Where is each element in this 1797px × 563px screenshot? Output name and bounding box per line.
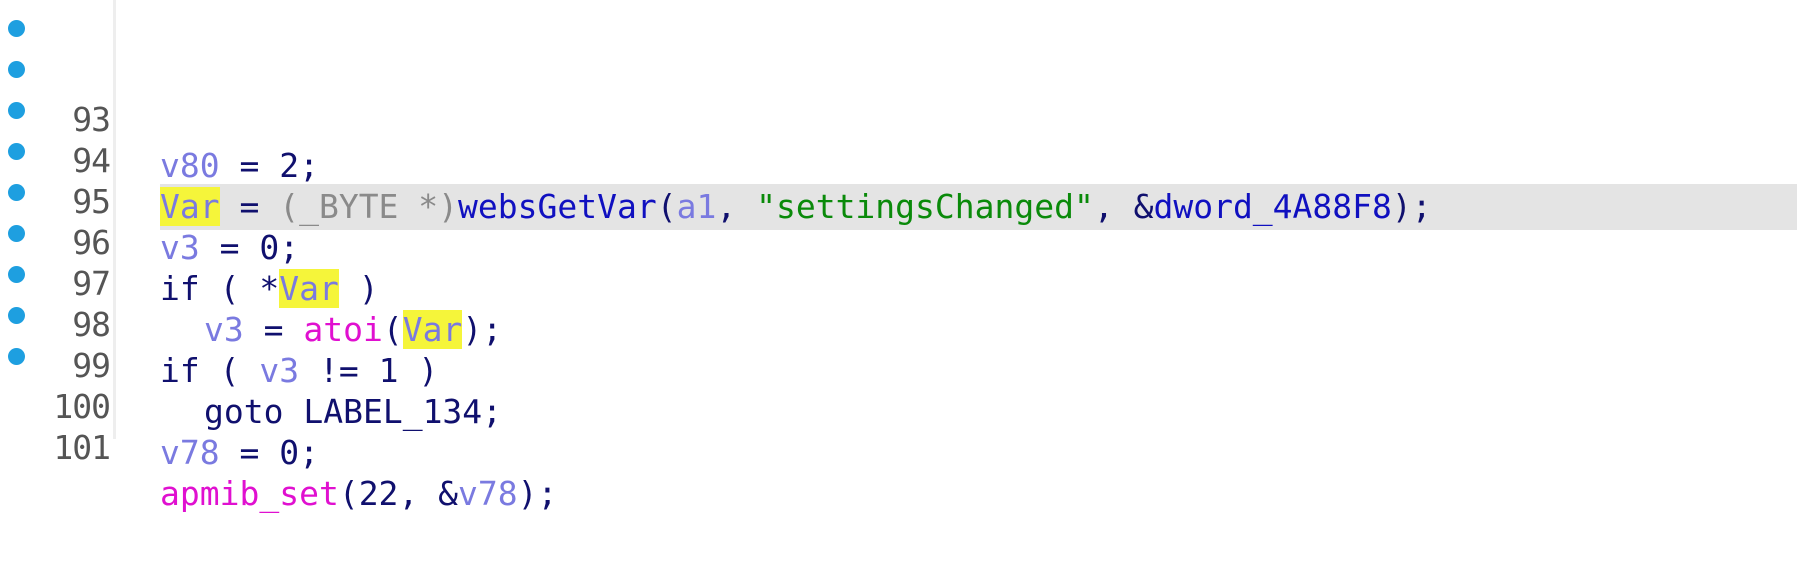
- code-editor[interactable]: 93 v80 = 2; 94 Var = (_BYTE *)websGetVar…: [0, 0, 1797, 513]
- breakpoint-dot-icon[interactable]: [8, 20, 25, 37]
- code-line-current[interactable]: 94 Var = (_BYTE *)websGetVar(a1, "settin…: [0, 46, 1797, 230]
- identifier[interactable]: v78: [458, 474, 518, 513]
- code-line[interactable]: 99 goto LABEL_134;: [0, 251, 1797, 431]
- code-line[interactable]: 98 if ( v3 != 1 ): [0, 210, 1797, 390]
- breakpoint-dot-icon[interactable]: [8, 225, 25, 242]
- code-text[interactable]: apmib_set(22, &v78);: [160, 471, 1797, 517]
- breakpoint-dot-icon[interactable]: [8, 61, 25, 78]
- label-reference[interactable]: LABEL_134: [303, 392, 482, 431]
- breakpoint-dot-icon[interactable]: [8, 307, 25, 324]
- code-line[interactable]: 95 v3 = 0;: [0, 87, 1797, 267]
- code-line[interactable]: 97 v3 = atoi(Var);: [0, 169, 1797, 349]
- breakpoint-dot-icon[interactable]: [8, 348, 25, 365]
- imported-function[interactable]: apmib_set: [160, 474, 339, 513]
- keyword: goto: [204, 392, 284, 431]
- number-literal: 22: [358, 474, 399, 513]
- breakpoint-dot-icon[interactable]: [8, 266, 25, 283]
- line-number: 101: [53, 428, 111, 467]
- code-text[interactable]: v78 = 0;: [160, 430, 1797, 476]
- breakpoint-dot-icon[interactable]: [8, 143, 25, 160]
- code-line[interactable]: 100 v78 = 0;: [0, 292, 1797, 472]
- breakpoint-dot-icon[interactable]: [8, 102, 25, 119]
- breakpoint-dot-icon[interactable]: [8, 184, 25, 201]
- code-line[interactable]: 101 apmib_set(22, &v78);: [0, 333, 1797, 513]
- code-line[interactable]: 93 v80 = 2;: [0, 5, 1797, 185]
- code-text[interactable]: goto LABEL_134;: [160, 389, 1797, 435]
- code-line[interactable]: 96 if ( *Var ): [0, 128, 1797, 308]
